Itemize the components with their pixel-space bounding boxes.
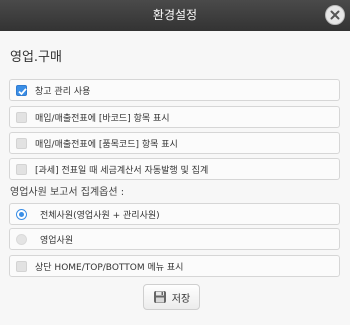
checkbox-unchecked[interactable] bbox=[16, 163, 27, 175]
save-icon bbox=[153, 291, 166, 303]
radio-all-employees[interactable]: 전체사원(영업사원 + 관리사원) bbox=[9, 203, 340, 225]
option-show-nav-menu[interactable]: 상단 HOME/TOP/BOTTOM 메뉴 표시 bbox=[9, 255, 340, 277]
checkbox-unchecked[interactable] bbox=[16, 260, 27, 272]
radio-label: 전체사원(영업사원 + 관리사원) bbox=[40, 210, 160, 221]
save-label: 저장 bbox=[171, 293, 191, 305]
option-use-warehouse[interactable]: 창고 관리 사용 bbox=[9, 79, 340, 101]
radio-label: 영업사원 bbox=[40, 235, 74, 246]
dialog-title: 환경설정 bbox=[152, 8, 198, 22]
section-title: 영업.구매 bbox=[10, 50, 62, 65]
option-label: 상단 HOME/TOP/BOTTOM 메뉴 표시 bbox=[35, 262, 184, 273]
radio-selected[interactable] bbox=[16, 208, 27, 220]
check-icon bbox=[18, 87, 27, 95]
radio-unselected[interactable] bbox=[16, 233, 27, 245]
settings-dialog: 환경설정 영업.구매 창고 관리 사용 매입/매출전표에 [바코드] 항목 표시… bbox=[0, 0, 350, 325]
close-button[interactable] bbox=[325, 5, 345, 25]
option-label: 매입/매출전표에 [품목코드] 항목 표시 bbox=[35, 139, 178, 150]
close-icon bbox=[330, 10, 340, 20]
report-options-label: 영업사원 보고서 집계옵션 : bbox=[10, 187, 125, 198]
save-button[interactable]: 저장 bbox=[143, 284, 200, 310]
option-show-item-code[interactable]: 매입/매출전표에 [품목코드] 항목 표시 bbox=[9, 132, 340, 154]
option-show-barcode[interactable]: 매입/매출전표에 [바코드] 항목 표시 bbox=[9, 106, 340, 128]
option-label: 매입/매출전표에 [바코드] 항목 표시 bbox=[35, 113, 170, 124]
radio-sales-employees[interactable]: 영업사원 bbox=[9, 228, 340, 250]
checkbox-unchecked[interactable] bbox=[16, 111, 27, 123]
option-auto-tax-invoice[interactable]: [과세] 전표일 때 세금계산서 자동발행 및 집계 bbox=[9, 158, 340, 180]
option-label: [과세] 전표일 때 세금계산서 자동발행 및 집계 bbox=[35, 165, 209, 176]
option-label: 창고 관리 사용 bbox=[35, 86, 91, 97]
title-bar: 환경설정 bbox=[0, 0, 350, 31]
checkbox-checked[interactable] bbox=[16, 84, 27, 96]
checkbox-unchecked[interactable] bbox=[16, 137, 27, 149]
